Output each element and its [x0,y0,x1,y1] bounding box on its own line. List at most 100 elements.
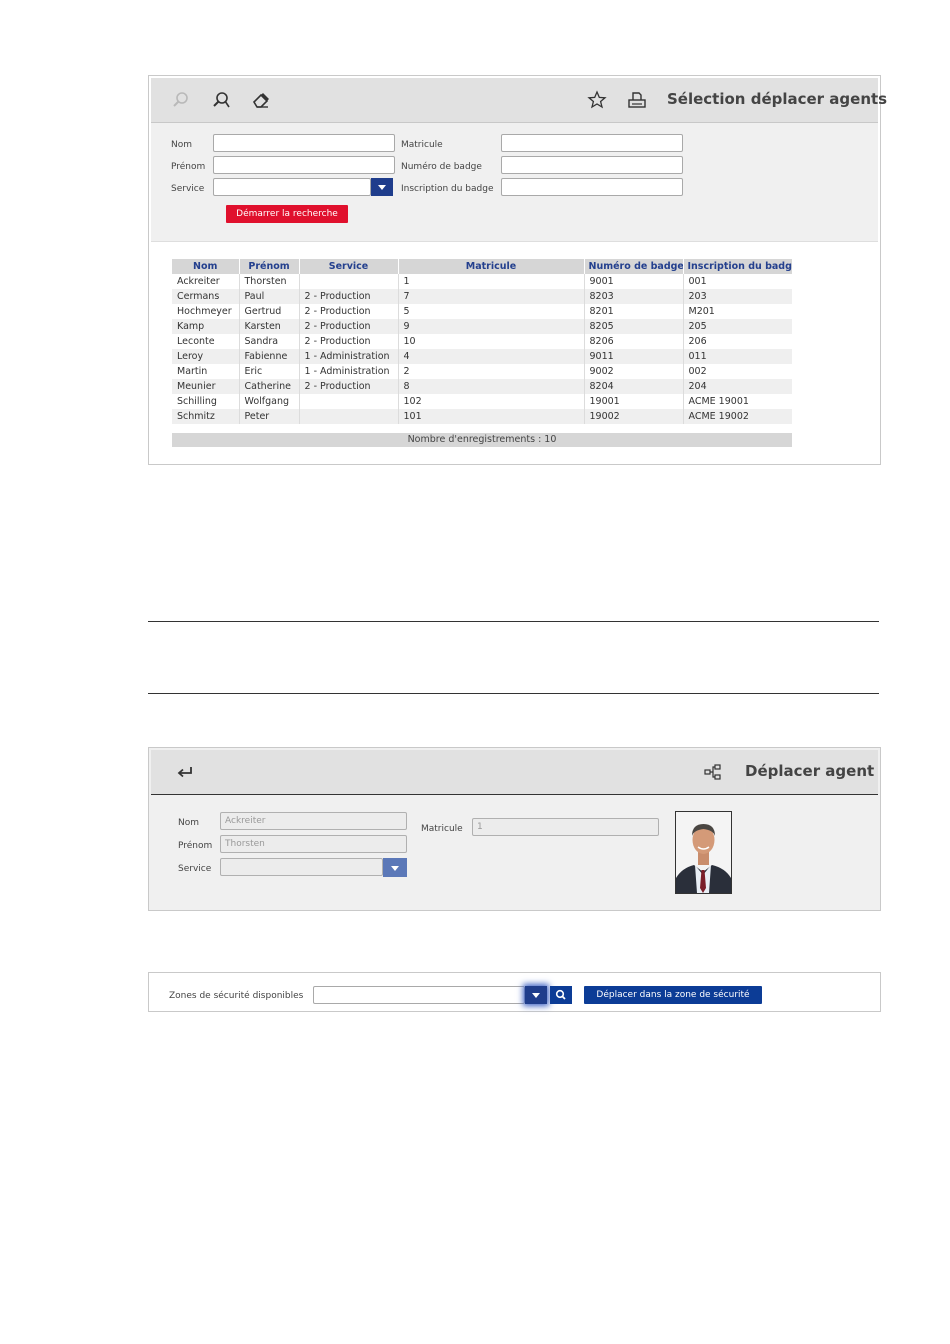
move-agent-toolbar: Déplacer agent [151,750,878,795]
service-dropdown-button[interactable] [371,178,393,196]
table-cell: Leroy [172,349,239,364]
prenom-field: Thorsten [220,835,407,853]
service-label: Service [178,864,212,874]
table-cell: 203 [682,289,792,304]
table-cell: Hochmeyer [172,304,239,319]
column-header-service[interactable]: Service [298,259,398,274]
table-cell: Eric [238,364,299,379]
agent-photo [675,811,732,894]
table-header-row: Nom Prénom Service Matricule Numéro de b… [172,259,792,274]
table-cell [298,274,398,289]
search-settings-icon[interactable] [211,90,231,110]
table-cell: 101 [397,409,584,424]
table-cell: 8205 [583,319,683,334]
start-search-button[interactable]: Démarrer la recherche [226,205,348,223]
table-cell: 2 - Production [298,304,398,319]
column-header-badge-number[interactable]: Numéro de badge [583,259,683,274]
print-icon[interactable] [627,90,647,110]
results-table: Nom Prénom Service Matricule Numéro de b… [172,259,792,424]
prenom-input[interactable] [213,156,395,174]
move-agent-title: Déplacer agent [745,762,875,780]
table-cell: 1 - Administration [298,349,398,364]
zones-select[interactable] [313,986,525,1004]
nom-input[interactable] [213,134,395,152]
table-row[interactable]: Kamp Karsten 2 - Production 9 8205 205 [172,319,792,334]
table-cell: 2 - Production [298,334,398,349]
service-dropdown-button[interactable] [383,858,407,877]
column-header-prenom[interactable]: Prénom [238,259,299,274]
divider-bottom [148,693,879,694]
table-cell: 8206 [583,334,683,349]
table-cell: ACME 19001 [682,394,792,409]
nom-field: Ackreiter [220,812,407,830]
table-cell: 8201 [583,304,683,319]
table-cell: ACME 19002 [682,409,792,424]
selection-toolbar: Sélection déplacer agents [151,78,887,123]
table-cell: 5 [397,304,584,319]
table-cell: 2 [397,364,584,379]
eraser-icon[interactable] [251,90,271,110]
table-cell: Sandra [238,334,299,349]
search-form: Nom Prénom Service Matricule Numéro de b… [151,123,878,242]
table-cell: Paul [238,289,299,304]
table-cell: Schilling [172,394,239,409]
table-cell: Wolfgang [238,394,299,409]
table-cell: 001 [682,274,792,289]
table-cell: 9002 [583,364,683,379]
badge-inscription-input[interactable] [501,178,683,196]
table-row[interactable]: Hochmeyer Gertrud 2 - Production 5 8201 M201 [172,304,792,319]
table-row[interactable]: Leconte Sandra 2 - Production 10 8206 206 [172,334,792,349]
matricule-label: Matricule [401,140,443,150]
table-cell: 19002 [583,409,683,424]
service-select[interactable] [213,178,371,196]
table-row[interactable]: Meunier Catherine 2 - Production 8 8204 204 [172,379,792,394]
table-cell: Peter [238,409,299,424]
matricule-input[interactable] [501,134,683,152]
table-cell [298,394,398,409]
table-cell: 8203 [583,289,683,304]
search-icon[interactable] [171,90,191,110]
star-icon[interactable] [587,90,607,110]
table-row[interactable]: Schilling Wolfgang 102 19001 ACME 19001 [172,394,792,409]
table-row[interactable]: Ackreiter Thorsten 1 9001 001 [172,274,792,289]
nom-label: Nom [178,818,200,828]
table-cell: Thorsten [238,274,299,289]
column-header-nom[interactable]: Nom [172,259,239,274]
search-icon[interactable] [550,986,572,1004]
table-cell: Meunier [172,379,239,394]
table-cell: 9001 [583,274,683,289]
table-cell: 011 [682,349,792,364]
table-cell: 2 - Production [298,319,398,334]
table-cell: 7 [397,289,584,304]
selection-panel: Sélection déplacer agents Nom Prénom Ser… [148,75,887,465]
table-cell: Martin [172,364,239,379]
prenom-label: Prénom [178,841,213,851]
column-header-badge-inscription[interactable]: Inscription du badge [682,259,792,274]
table-cell: 1 - Administration [298,364,398,379]
table-cell: 102 [397,394,584,409]
service-label: Service [171,184,205,194]
matricule-field: 1 [472,818,659,836]
column-header-matricule[interactable]: Matricule [397,259,584,274]
table-cell: Schmitz [172,409,239,424]
table-row[interactable]: Martin Eric 1 - Administration 2 9002 002 [172,364,792,379]
hierarchy-icon[interactable] [703,762,723,782]
badge-number-label: Numéro de badge [401,162,482,172]
table-row[interactable]: Schmitz Peter 101 19002 ACME 19002 [172,409,792,424]
return-icon[interactable] [175,762,195,782]
table-cell: Leconte [172,334,239,349]
table-row[interactable]: Cermans Paul 2 - Production 7 8203 203 [172,289,792,304]
chevron-down-icon[interactable] [525,986,547,1004]
record-count: Nombre d'enregistrements : 10 [172,433,792,447]
move-agent-panel: Déplacer agent Nom Ackreiter Prénom Thor… [148,747,881,911]
table-cell: 8204 [583,379,683,394]
divider-top [148,621,879,622]
matricule-label: Matricule [421,824,463,834]
table-row[interactable]: Leroy Fabienne 1 - Administration 4 9011 011 [172,349,792,364]
table-cell: 9011 [583,349,683,364]
table-cell: 2 - Production [298,379,398,394]
move-to-zone-button[interactable]: Déplacer dans la zone de sécurité [584,986,762,1004]
badge-number-input[interactable] [501,156,683,174]
table-cell: 204 [682,379,792,394]
badge-inscription-label: Inscription du badge [401,184,494,194]
